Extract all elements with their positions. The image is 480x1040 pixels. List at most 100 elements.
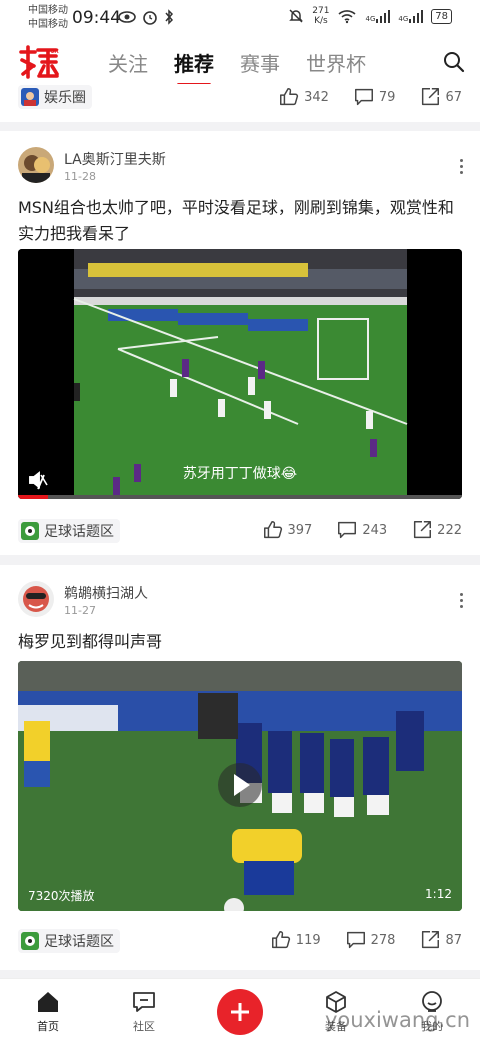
football-tag-icon: [21, 522, 39, 540]
user-avatar-icon: [18, 581, 54, 617]
plus-icon: [231, 1003, 249, 1021]
comment-button[interactable]: 278: [345, 929, 396, 951]
video-player[interactable]: 7320次播放 1:12: [18, 661, 462, 911]
wifi-icon: [338, 10, 357, 24]
avatar[interactable]: [18, 147, 54, 183]
video-thumbnail: [18, 661, 462, 911]
entertainment-tag-icon: [21, 88, 39, 106]
comment-count: 278: [370, 932, 396, 948]
search-icon[interactable]: [442, 50, 466, 74]
post-stats: 342 79 67: [278, 86, 462, 108]
tab-world-cup[interactable]: 世界杯: [306, 48, 366, 86]
comment-count: 243: [362, 522, 388, 538]
thumbs-up-icon: [280, 88, 299, 106]
nav-home[interactable]: 首页: [18, 989, 78, 1034]
eye-icon: [118, 11, 136, 23]
net-speed-value: 271: [312, 6, 330, 16]
like-count: 342: [304, 89, 329, 105]
hupu-logo-icon[interactable]: JR: [18, 44, 62, 80]
video-duration: 1:12: [425, 887, 452, 901]
nav-community[interactable]: 社区: [114, 989, 174, 1034]
avatar[interactable]: [18, 581, 54, 617]
battery-indicator: 78: [431, 8, 452, 24]
nav-community-label: 社区: [133, 1020, 155, 1033]
like-button[interactable]: 342: [278, 86, 329, 108]
like-button[interactable]: 119: [270, 929, 321, 951]
feed-tabs: 关注 推荐 赛事 世界杯: [108, 48, 392, 86]
signal-1-label: 4G: [365, 15, 376, 23]
carrier-2: 中国移动: [28, 19, 68, 30]
share-count: 67: [445, 89, 462, 105]
signal-1: 4G: [365, 9, 391, 23]
more-options-icon[interactable]: [460, 159, 464, 177]
signal-bars-icon: [376, 10, 391, 23]
like-button[interactable]: 397: [262, 519, 313, 541]
net-speed-unit: K/s: [314, 16, 328, 26]
net-speed: 271 K/s: [312, 6, 329, 26]
status-bar: 中国移动 中国移动 09:44 271 K/s 4G 4G 78: [0, 0, 480, 38]
share-button[interactable]: 87: [419, 929, 462, 951]
post-date: 11-27: [64, 604, 96, 617]
status-icons-left: [118, 9, 174, 25]
username[interactable]: LA奥斯汀里夫斯: [64, 149, 166, 169]
comment-button[interactable]: 243: [336, 519, 387, 541]
community-icon: [133, 992, 155, 1012]
partial-post-footer: 娱乐圈 342 79 67: [0, 84, 480, 122]
signal-2-label: 4G: [398, 15, 409, 23]
play-count: 7320次播放: [28, 889, 95, 903]
topic-tag-label: 足球话题区: [44, 934, 114, 950]
username[interactable]: 鹈鹕横扫湖人: [64, 583, 148, 603]
like-count: 119: [295, 932, 321, 948]
football-tag-icon: [21, 932, 39, 950]
feed-post[interactable]: LA奥斯汀里夫斯 11-28 MSN组合也太帅了吧，平时没看足球，刚刷到锦集，观…: [0, 131, 480, 555]
share-button[interactable]: 222: [411, 519, 462, 541]
post-create-button[interactable]: [217, 989, 263, 1035]
tab-recommend[interactable]: 推荐: [174, 48, 214, 86]
app-header: JR 关注 推荐 赛事 世界杯: [0, 38, 480, 88]
alarm-icon: [143, 11, 157, 25]
share-button[interactable]: 67: [419, 86, 462, 108]
mute-bell-icon: [289, 9, 304, 23]
signal-bars-icon: [409, 10, 424, 23]
signal-2: 4G: [398, 9, 424, 23]
topic-tag-label: 娱乐圈: [44, 90, 86, 106]
comment-icon: [346, 931, 365, 949]
topic-tag[interactable]: 足球话题区: [18, 519, 120, 543]
comment-count: 79: [378, 89, 396, 105]
post-date: 11-28: [64, 170, 96, 183]
tab-follow[interactable]: 关注: [108, 48, 148, 86]
comment-icon: [338, 521, 357, 539]
video-frame: [18, 249, 462, 499]
tab-matches[interactable]: 赛事: [240, 48, 280, 86]
thumbs-up-icon: [263, 521, 282, 539]
share-count: 222: [437, 522, 462, 538]
comment-button[interactable]: 79: [353, 86, 396, 108]
carrier-labels: 中国移动 中国移动: [28, 4, 68, 32]
topic-tag-label: 足球话题区: [44, 524, 114, 540]
nav-home-label: 首页: [37, 1020, 59, 1033]
clock: 09:44: [72, 8, 121, 28]
like-count: 397: [287, 522, 313, 538]
mute-icon[interactable]: [28, 471, 48, 489]
post-text[interactable]: MSN组合也太帅了吧，平时没看足球，刚刷到锦集，观赏性和实力把我看呆了: [18, 195, 464, 247]
video-caption: 苏牙用丁丁做球😂: [182, 466, 298, 482]
post-stats: 119 278 87: [270, 929, 462, 951]
user-avatar-icon: [18, 147, 54, 183]
bluetooth-icon: [165, 9, 174, 25]
share-icon: [422, 88, 440, 106]
carrier-1: 中国移动: [28, 5, 68, 16]
topic-tag[interactable]: 足球话题区: [18, 929, 120, 953]
share-count: 87: [445, 932, 462, 948]
status-icons-right: 271 K/s 4G 4G 78: [288, 6, 452, 26]
home-icon: [38, 992, 58, 1012]
svg-text:JR: JR: [51, 49, 59, 55]
feed-post[interactable]: 鹈鹕横扫湖人 11-27 梅罗见到都得叫声哥 7320次播放 1:12 足球话题…: [0, 565, 480, 970]
video-player[interactable]: 苏牙用丁丁做球😂: [18, 249, 462, 499]
topic-tag[interactable]: 娱乐圈: [18, 85, 92, 109]
post-text[interactable]: 梅罗见到都得叫声哥: [18, 629, 464, 655]
share-icon: [414, 521, 432, 539]
share-icon: [422, 931, 440, 949]
more-options-icon[interactable]: [460, 593, 464, 611]
watermark: youxiwang.cn: [324, 1008, 470, 1032]
thumbs-up-icon: [271, 931, 290, 949]
